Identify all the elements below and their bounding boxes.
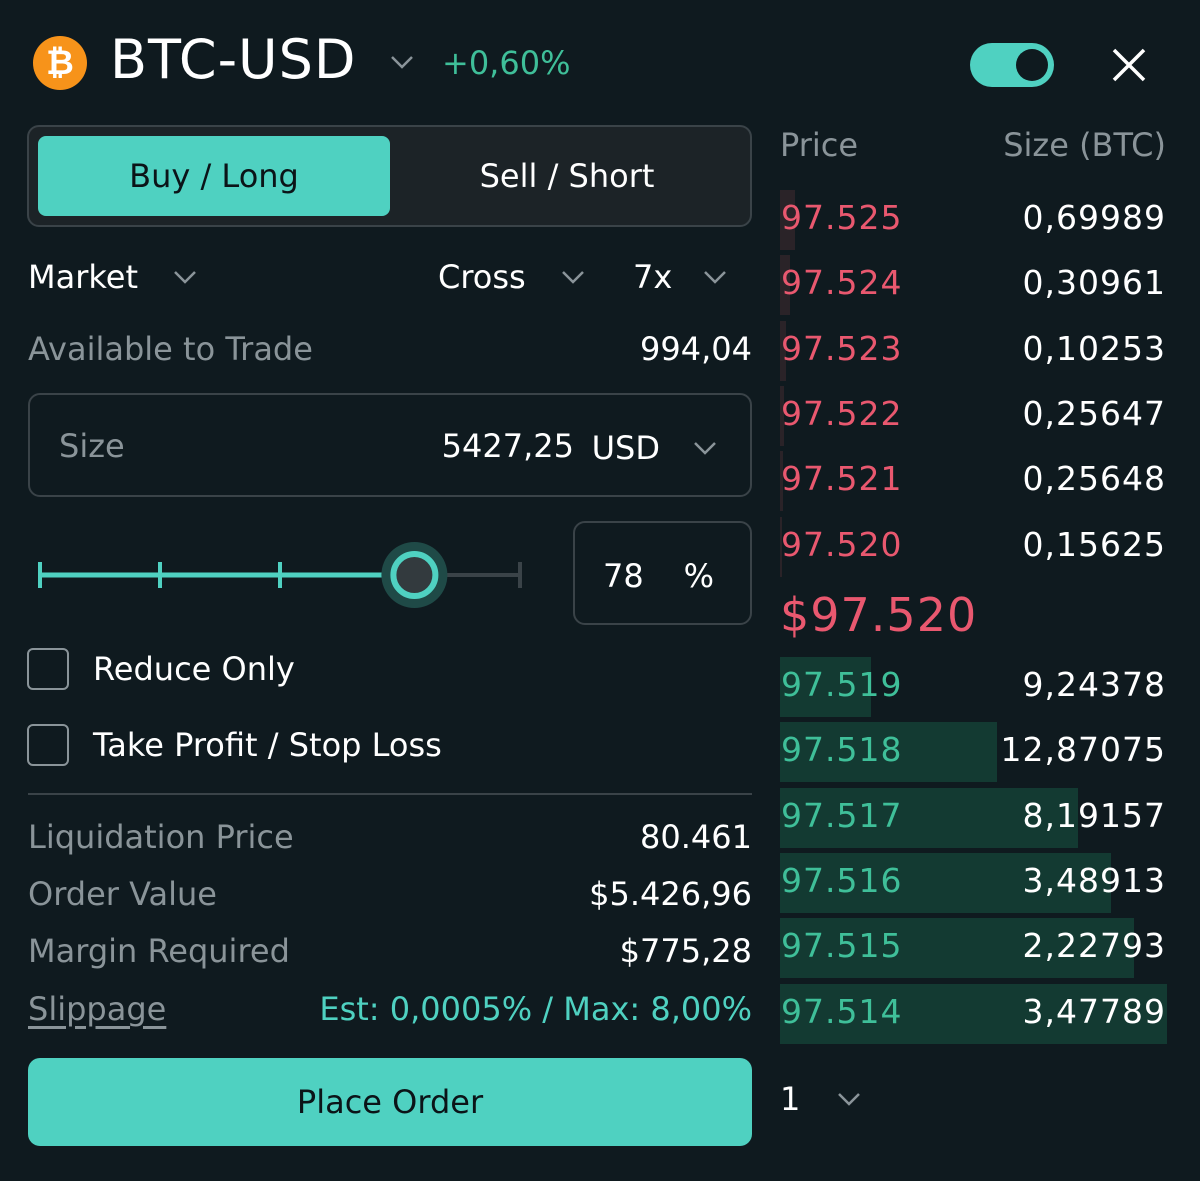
percent-sign: % xyxy=(683,557,714,595)
liquidation-price-label: Liquidation Price xyxy=(28,818,294,856)
size-input[interactable]: Size 5427,25 USD xyxy=(28,393,752,497)
ask-row[interactable]: 97.522 0,25647 xyxy=(780,385,1167,446)
close-icon[interactable] xyxy=(1108,44,1150,86)
row-price: 97.517 xyxy=(781,795,903,835)
row-price: 97.522 xyxy=(781,393,903,433)
row-size: 2,22793 xyxy=(1022,926,1166,966)
available-label: Available to Trade xyxy=(28,330,313,368)
grouping-value: 1 xyxy=(780,1080,801,1118)
margin-mode-select[interactable]: Cross xyxy=(438,258,586,296)
grouping-select[interactable]: 1 xyxy=(780,1080,862,1118)
bid-row[interactable]: 97.519 9,24378 xyxy=(780,657,1167,717)
size-slider[interactable] xyxy=(36,540,526,610)
row-price: 97.516 xyxy=(781,860,903,900)
row-size: 3,48913 xyxy=(1022,860,1166,900)
toggle-knob xyxy=(1016,49,1048,81)
margin-required-value: $775,28 xyxy=(619,932,752,970)
ask-row[interactable]: 97.521 0,25648 xyxy=(780,451,1167,512)
price-change: +0,60% xyxy=(442,44,571,82)
chevron-down-icon xyxy=(174,271,196,284)
bid-row[interactable]: 97.518 12,87075 xyxy=(780,722,1167,783)
bitcoin-icon: ₿ xyxy=(33,36,87,90)
row-price: 97.523 xyxy=(781,328,903,368)
order-type-value: Market xyxy=(28,258,138,296)
row-price: 97.521 xyxy=(781,459,903,499)
ask-row[interactable]: 97.520 0,15625 xyxy=(780,516,1167,577)
reduce-only-checkbox[interactable]: Reduce Only xyxy=(27,648,295,690)
row-size: 0,30961 xyxy=(1022,263,1166,303)
order-value: $5.426,96 xyxy=(589,875,752,913)
orderbook-mid-price: $97.520 xyxy=(780,588,978,642)
checkbox-box[interactable] xyxy=(27,724,69,766)
row-size: 3,47789 xyxy=(1022,991,1166,1031)
row-price: 97.520 xyxy=(781,524,903,564)
slider-thumb[interactable] xyxy=(390,551,439,599)
row-size: 0,10253 xyxy=(1022,328,1166,368)
chevron-down-icon[interactable] xyxy=(692,435,718,461)
row-size: 0,15625 xyxy=(1022,524,1166,564)
percent-value[interactable]: 78 xyxy=(603,557,644,595)
liquidation-price-value: 80.461 xyxy=(640,818,752,856)
slippage-value: Est: 0,0005% / Max: 8,00% xyxy=(319,990,752,1028)
chevron-down-icon xyxy=(561,271,584,284)
row-size: 0,69989 xyxy=(1022,198,1166,237)
slippage-link[interactable]: Slippage xyxy=(28,990,166,1028)
bid-row[interactable]: 97.516 3,48913 xyxy=(780,852,1167,913)
row-price: 97.515 xyxy=(781,926,903,966)
reduce-only-label: Reduce Only xyxy=(93,650,295,688)
row-size: 9,24378 xyxy=(1022,665,1166,704)
leverage-select[interactable]: 7x xyxy=(633,258,728,296)
order-type-select[interactable]: Market xyxy=(28,258,198,296)
buy-long-tab[interactable]: Buy / Long xyxy=(38,136,390,216)
chevron-down-icon xyxy=(838,1093,861,1106)
toggle-switch[interactable] xyxy=(970,43,1054,87)
bid-row[interactable]: 97.514 3,47789 xyxy=(780,983,1167,1044)
orderbook-price-header: Price xyxy=(780,126,859,164)
chevron-down-icon[interactable] xyxy=(388,48,416,76)
bid-row[interactable]: 97.515 2,22793 xyxy=(780,918,1167,979)
ask-row[interactable]: 97.524 0,30961 xyxy=(780,255,1167,316)
margin-mode-value: Cross xyxy=(438,258,526,296)
size-value[interactable]: 5427,25 xyxy=(442,427,574,465)
leverage-value: 7x xyxy=(633,258,673,296)
ask-row[interactable]: 97.523 0,10253 xyxy=(780,320,1167,381)
checkbox-box[interactable] xyxy=(27,648,69,690)
percent-input[interactable]: 78 % xyxy=(573,521,752,625)
row-price: 97.518 xyxy=(781,730,903,770)
available-value: 994,04 xyxy=(640,330,752,368)
divider xyxy=(28,793,752,795)
order-value-label: Order Value xyxy=(28,875,217,913)
sell-short-tab[interactable]: Sell / Short xyxy=(391,136,743,216)
row-size: 0,25648 xyxy=(1022,459,1166,499)
order-side-switch: Buy / Long Sell / Short xyxy=(27,125,752,227)
size-label: Size xyxy=(59,427,125,465)
tp-sl-checkbox[interactable]: Take Profit / Stop Loss xyxy=(27,724,442,766)
tp-sl-label: Take Profit / Stop Loss xyxy=(93,726,442,764)
row-price: 97.525 xyxy=(781,198,903,237)
row-size: 12,87075 xyxy=(1000,730,1166,770)
place-order-button[interactable]: Place Order xyxy=(28,1058,752,1146)
chevron-down-icon xyxy=(704,271,727,284)
orderbook-size-header: Size (BTC) xyxy=(1003,126,1166,164)
size-unit[interactable]: USD xyxy=(592,429,660,467)
row-size: 0,25647 xyxy=(1022,393,1166,433)
row-price: 97.514 xyxy=(781,991,903,1031)
margin-required-label: Margin Required xyxy=(28,932,290,970)
pair-title[interactable]: BTC-USD xyxy=(110,28,356,91)
row-price: 97.519 xyxy=(781,665,903,704)
ask-row[interactable]: 97.525 0,69989 xyxy=(780,190,1167,250)
row-price: 97.524 xyxy=(781,263,903,303)
bid-row[interactable]: 97.517 8,19157 xyxy=(780,787,1167,848)
row-size: 8,19157 xyxy=(1022,795,1166,835)
